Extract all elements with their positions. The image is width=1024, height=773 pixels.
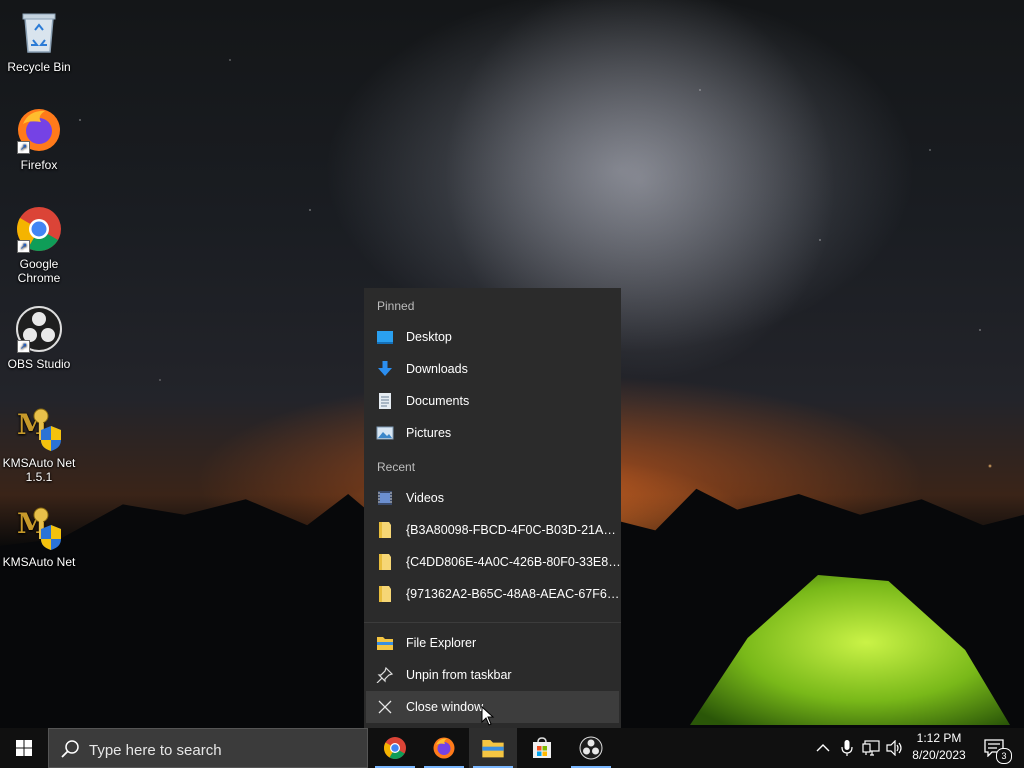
folder-icon bbox=[376, 586, 394, 602]
jump-item-pictures[interactable]: Pictures bbox=[364, 417, 621, 449]
desktop-icon-label: Google Chrome bbox=[17, 257, 61, 285]
documents-icon bbox=[376, 393, 394, 409]
desktop-icon-label: Recycle Bin bbox=[7, 60, 71, 74]
search-icon bbox=[61, 740, 79, 758]
desktop-folder-icon bbox=[376, 329, 394, 345]
volume-button[interactable] bbox=[883, 728, 907, 768]
windows-logo-icon bbox=[16, 740, 32, 756]
taskbar-app-store[interactable] bbox=[518, 728, 566, 768]
action-center-button[interactable]: 3 bbox=[976, 728, 1016, 768]
obs-icon: ↗ bbox=[15, 305, 63, 353]
kmsauto-icon: M bbox=[15, 503, 63, 551]
taskbar-search-box[interactable] bbox=[48, 728, 368, 768]
file-explorer-jump-list: Pinned Desktop Downloads Documents Pictu… bbox=[364, 288, 621, 728]
close-icon bbox=[376, 699, 394, 715]
videos-icon bbox=[376, 490, 394, 506]
pictures-icon bbox=[376, 425, 394, 441]
store-icon bbox=[533, 737, 551, 758]
taskbar-app-file-explorer[interactable] bbox=[469, 728, 517, 768]
firefox-icon bbox=[433, 737, 455, 759]
folder-icon bbox=[376, 554, 394, 570]
file-explorer-icon bbox=[482, 740, 504, 758]
jump-item-recent-folder-2[interactable]: {C4DD806E-4A0C-426B-80F0-33E8D0... bbox=[364, 546, 621, 578]
speaker-icon bbox=[886, 740, 902, 756]
chrome-icon: ↗ bbox=[15, 205, 63, 253]
kmsauto-icon: M bbox=[15, 404, 63, 452]
jump-item-downloads[interactable]: Downloads bbox=[364, 353, 621, 385]
show-hidden-icons-button[interactable] bbox=[811, 728, 835, 768]
desktop-icon-google-chrome[interactable]: ↗ Google Chrome bbox=[0, 205, 78, 285]
notification-count-badge: 3 bbox=[996, 748, 1012, 764]
taskbar-clock[interactable]: 1:12 PM 8/20/2023 bbox=[906, 730, 972, 766]
unpin-from-taskbar-action[interactable]: Unpin from taskbar bbox=[364, 659, 621, 691]
mouse-cursor-icon bbox=[481, 705, 495, 726]
search-input[interactable] bbox=[87, 738, 361, 762]
file-explorer-icon bbox=[376, 635, 394, 651]
jump-item-label: Close window bbox=[406, 700, 484, 714]
desktop-icon-label: OBS Studio bbox=[7, 357, 71, 371]
jump-item-label: {B3A80098-FBCD-4F0C-B03D-21A735... bbox=[406, 523, 621, 537]
jump-item-label: Pictures bbox=[406, 426, 452, 440]
jump-item-documents[interactable]: Documents bbox=[364, 385, 621, 417]
desktop-icon-label: KMSAuto Net bbox=[2, 555, 76, 569]
microphone-button[interactable] bbox=[835, 728, 859, 768]
chevron-up-icon bbox=[816, 744, 830, 752]
desktop-icon-label: Firefox bbox=[20, 158, 58, 172]
taskbar-app-obs[interactable] bbox=[567, 728, 615, 768]
desktop-icon-obs-studio[interactable]: ↗ OBS Studio bbox=[0, 305, 78, 371]
unpin-icon bbox=[376, 666, 394, 684]
jump-item-label: {C4DD806E-4A0C-426B-80F0-33E8D0... bbox=[406, 555, 621, 569]
obs-icon bbox=[579, 736, 603, 760]
jump-item-label: Documents bbox=[406, 394, 470, 408]
taskbar: 1:12 PM 8/20/2023 3 bbox=[0, 728, 1024, 768]
start-button[interactable] bbox=[0, 728, 48, 768]
desktop-icon-recycle-bin[interactable]: Recycle Bin bbox=[0, 8, 78, 74]
jump-item-label: Unpin from taskbar bbox=[406, 668, 512, 682]
clock-date: 8/20/2023 bbox=[912, 748, 966, 762]
taskbar-app-firefox[interactable] bbox=[420, 728, 468, 768]
jump-item-label: Downloads bbox=[406, 362, 468, 376]
shortcut-arrow-icon: ↗ bbox=[17, 141, 30, 154]
taskbar-app-chrome[interactable] bbox=[371, 728, 419, 768]
jump-item-label: File Explorer bbox=[406, 636, 477, 650]
jump-item-label: Videos bbox=[406, 491, 444, 505]
shortcut-arrow-icon: ↗ bbox=[17, 340, 30, 353]
desktop-icon-label: KMSAuto Net 1.5.1 bbox=[2, 456, 76, 484]
jump-item-recent-folder-3[interactable]: {971362A2-B65C-48A8-AEAC-67F6C70... bbox=[364, 578, 621, 610]
jump-item-desktop[interactable]: Desktop bbox=[364, 321, 621, 353]
folder-icon bbox=[376, 522, 394, 538]
desktop-icon-kmsauto[interactable]: M KMSAuto Net bbox=[0, 503, 78, 569]
desktop-icon-kmsauto-151[interactable]: M KMSAuto Net 1.5.1 bbox=[0, 404, 78, 484]
clock-time: 1:12 PM bbox=[916, 731, 962, 745]
file-explorer-action[interactable]: File Explorer bbox=[364, 627, 621, 659]
jump-item-recent-folder-1[interactable]: {B3A80098-FBCD-4F0C-B03D-21A735... bbox=[364, 514, 621, 546]
pinned-header: Pinned bbox=[377, 299, 415, 313]
recycle-bin-icon bbox=[15, 8, 63, 56]
recent-header: Recent bbox=[377, 460, 416, 474]
jump-item-videos[interactable]: Videos bbox=[364, 482, 621, 514]
jump-item-label: {971362A2-B65C-48A8-AEAC-67F6C70... bbox=[406, 587, 621, 601]
downloads-icon bbox=[376, 361, 394, 377]
firefox-icon: ↗ bbox=[15, 106, 63, 154]
microphone-icon bbox=[841, 740, 853, 756]
desktop-icon-firefox[interactable]: ↗ Firefox bbox=[0, 106, 78, 172]
shortcut-arrow-icon: ↗ bbox=[17, 240, 30, 253]
jump-item-label: Desktop bbox=[406, 330, 452, 344]
network-icon bbox=[862, 740, 880, 756]
chrome-icon bbox=[384, 737, 406, 759]
network-button[interactable] bbox=[859, 728, 883, 768]
